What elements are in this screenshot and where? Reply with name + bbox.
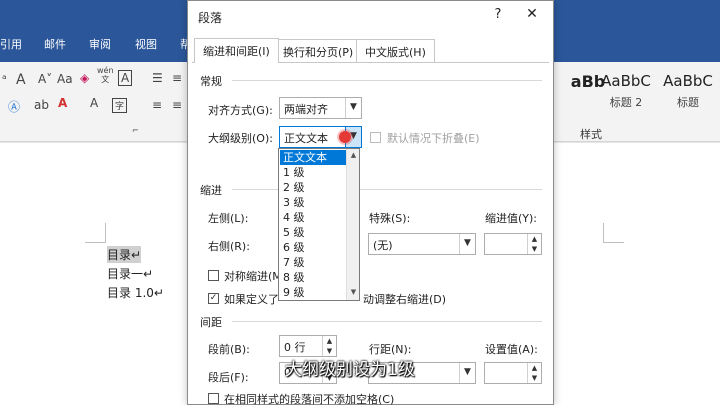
bullets-icon[interactable]: ☰ xyxy=(152,71,163,85)
symmetric-indent-label: 对称缩进(M xyxy=(224,270,282,283)
outline-option[interactable]: 7 级 xyxy=(280,255,346,270)
indent-value-label: 缩进值(Y): xyxy=(485,212,538,225)
indent-value-spinner[interactable]: ▲ ▼ xyxy=(484,233,542,255)
highlight-icon[interactable]: ab xyxy=(34,98,49,112)
no-space-same-style-label: 在相同样式的段落间不添加空格(C) xyxy=(224,393,395,405)
align-center-icon[interactable]: ≡ xyxy=(172,98,182,112)
scroll-down-icon[interactable]: ▼ xyxy=(347,288,360,296)
tab-line-page-breaks[interactable]: 换行和分页(P) xyxy=(274,39,363,63)
collapse-checkbox[interactable] xyxy=(370,132,381,143)
doc-line-toc[interactable]: 目录↵ xyxy=(107,246,142,263)
special-indent-select[interactable]: (无) ▼ xyxy=(368,233,476,255)
collapse-label: 默认情况下折叠(E) xyxy=(387,132,480,145)
crop-mark xyxy=(603,223,604,243)
tab-mailings[interactable]: 邮件 xyxy=(44,36,66,52)
spacing-value-label: 设置值(A): xyxy=(485,343,538,356)
special-indent-label: 特殊(S): xyxy=(369,212,411,225)
outline-level-dropdown[interactable]: 正文文本 1 级 2 级 3 级 4 级 5 级 6 级 7 级 8 级 9 级… xyxy=(278,148,360,301)
outline-option[interactable]: 6 级 xyxy=(280,240,346,255)
section-rule xyxy=(232,80,542,81)
doc-line-toc-1-0[interactable]: 目录 1.0↵ xyxy=(107,284,164,301)
indent-right-label: 右侧(R): xyxy=(208,240,250,253)
outline-option[interactable]: 8 级 xyxy=(280,270,346,285)
grow-font-icon[interactable]: A xyxy=(16,72,26,88)
shrink-font-icon[interactable]: A˅ xyxy=(38,72,52,86)
chevron-down-icon: ▼ xyxy=(459,363,475,383)
alignment-label: 对齐方式(G): xyxy=(208,104,273,117)
align-left-icon[interactable]: ≡ xyxy=(152,98,162,112)
enclosed-char-icon[interactable]: 字 xyxy=(112,98,128,113)
text-effects-icon[interactable]: Ⓐ xyxy=(8,98,20,115)
close-button[interactable]: ✕ xyxy=(524,6,540,22)
section-spacing: 间距 xyxy=(200,316,222,329)
style-heading-2[interactable]: AaBbC 标题 2 xyxy=(594,68,658,118)
tab-view[interactable]: 视图 xyxy=(135,36,157,52)
dialog-titlebar[interactable]: 段落 ? ✕ xyxy=(188,1,553,33)
paragraph-dialog: 段落 ? ✕ 缩进和间距(I) 换行和分页(P) 中文版式(H) 常规 对齐方式… xyxy=(187,0,554,405)
phonetic-guide-icon[interactable]: wén 文 xyxy=(97,66,114,84)
section-general: 常规 xyxy=(200,75,222,88)
section-indent: 缩进 xyxy=(200,184,222,197)
style-title[interactable]: AaBbC 标题 xyxy=(656,68,720,118)
paragraph-dialog-launcher-icon[interactable]: ⌐ xyxy=(132,126,139,135)
alignment-select[interactable]: 两端对齐 ▼ xyxy=(279,97,362,119)
crop-mark xyxy=(105,223,106,243)
outline-option[interactable]: 3 级 xyxy=(280,195,346,210)
outline-option[interactable]: 4 级 xyxy=(280,210,346,225)
crop-mark xyxy=(603,242,624,243)
outline-option[interactable]: 正文文本 xyxy=(280,150,346,165)
space-before-label: 段前(B): xyxy=(208,343,250,356)
outline-level-label: 大纲级别(O): xyxy=(208,132,273,145)
change-case-icon[interactable]: Aa xyxy=(57,72,73,86)
dialog-title: 段落 xyxy=(198,11,223,25)
char-border-icon[interactable]: A xyxy=(118,70,133,86)
char-shading-icon[interactable]: A xyxy=(90,96,98,110)
auto-adjust-indent-label-a: 如果定义了 xyxy=(224,293,279,306)
no-space-same-style-checkbox[interactable] xyxy=(208,393,219,404)
space-after-label: 段后(F): xyxy=(208,371,249,384)
chevron-down-icon: ▼ xyxy=(459,234,475,254)
font-size-icon[interactable]: ᵃ xyxy=(2,72,7,86)
crop-mark xyxy=(85,242,106,243)
doc-line-toc-1[interactable]: 目录一↵ xyxy=(107,265,153,282)
spinner-arrows-icon[interactable]: ▲ ▼ xyxy=(322,336,336,356)
outline-option[interactable]: 9 级 xyxy=(280,285,346,300)
tab-review[interactable]: 审阅 xyxy=(89,36,111,52)
font-color-icon[interactable]: A xyxy=(58,96,67,110)
indent-left-label: 左侧(L): xyxy=(208,212,249,225)
tab-asian-typography[interactable]: 中文版式(H) xyxy=(356,39,435,63)
outline-option[interactable]: 5 级 xyxy=(280,225,346,240)
tab-indents-spacing[interactable]: 缩进和间距(I) xyxy=(194,38,279,63)
symmetric-indent-checkbox[interactable] xyxy=(208,270,219,281)
scroll-up-icon[interactable]: ▲ xyxy=(347,151,360,159)
mouse-cursor-indicator xyxy=(339,131,351,143)
section-rule xyxy=(232,321,542,322)
spacing-value-spinner[interactable]: ▲ ▼ xyxy=(484,362,542,384)
dropdown-scrollbar[interactable]: ▲ ▼ xyxy=(346,149,359,300)
outline-option[interactable]: 1 级 xyxy=(280,165,346,180)
spinner-arrows-icon[interactable]: ▲ ▼ xyxy=(527,234,541,254)
tab-references[interactable]: 引用 xyxy=(0,36,22,52)
chevron-down-icon: ▼ xyxy=(345,98,361,118)
clear-format-icon[interactable]: ◈ xyxy=(80,71,89,85)
numbering-icon[interactable]: ≡ xyxy=(172,71,182,85)
space-before-spinner[interactable]: 0 行 ▲ ▼ xyxy=(279,335,337,357)
auto-adjust-indent-label-b: 动调整右缩进(D) xyxy=(363,293,447,306)
spinner-arrows-icon[interactable]: ▲ ▼ xyxy=(527,363,541,383)
outline-option[interactable]: 2 级 xyxy=(280,180,346,195)
help-button[interactable]: ? xyxy=(490,7,506,22)
video-caption: 大纲级别设为1级 xyxy=(285,360,415,380)
styles-group-label: 样式 xyxy=(580,128,602,141)
auto-adjust-indent-checkbox[interactable]: ✓ xyxy=(208,293,219,304)
